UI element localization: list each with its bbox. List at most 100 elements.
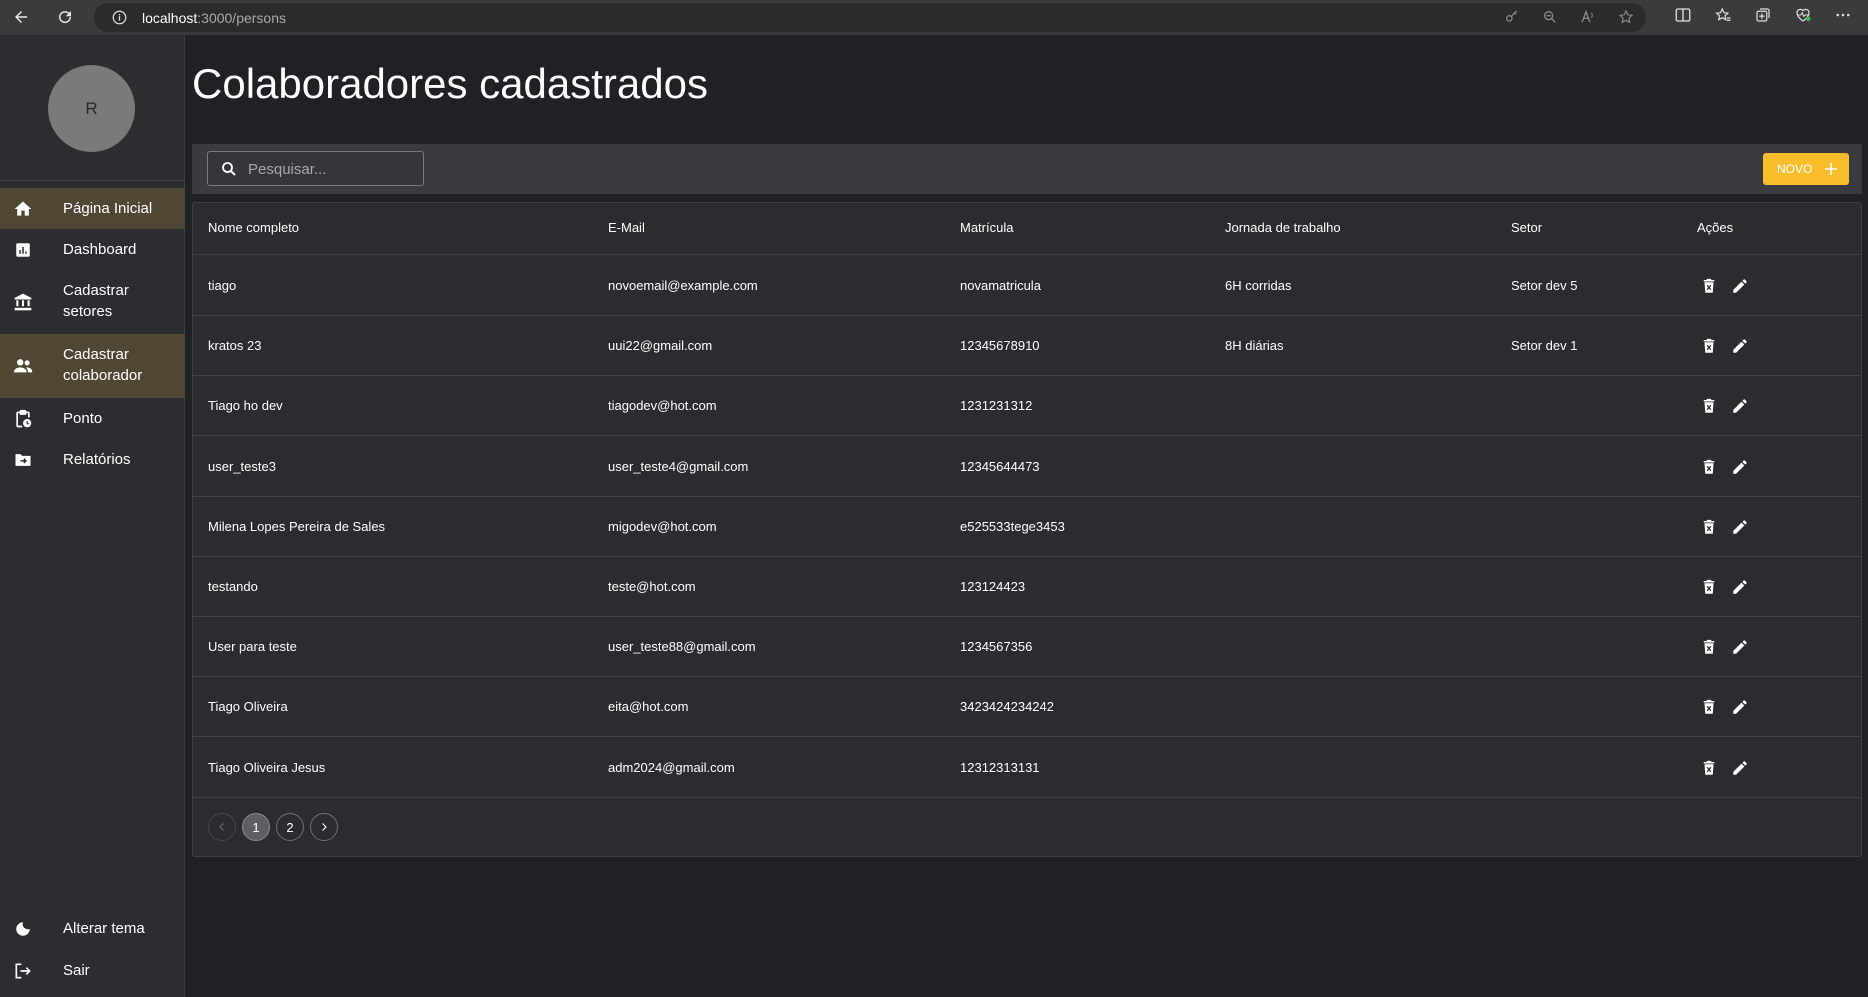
favorite-star-icon[interactable] (1618, 9, 1634, 25)
cell-email: adm2024@gmail.com (608, 759, 735, 775)
cell-email: migodev@hot.com (608, 518, 717, 534)
next-page-button[interactable] (310, 813, 338, 841)
cell-sector: Setor dev 5 (1511, 278, 1578, 293)
delete-icon[interactable] (1697, 334, 1721, 358)
sidebar-item-relatorios[interactable]: Relatórios (0, 439, 185, 480)
cell-name: Tiago ho dev (208, 398, 283, 414)
sidebar-item-label: Página Inicial (63, 200, 153, 217)
table-row: testando teste@hot.com 123124423 (193, 557, 1861, 617)
zoom-out-icon[interactable] (1542, 9, 1558, 25)
search-icon (220, 160, 238, 178)
table-row: tiago novoemail@example.com novamatricula 6… (193, 256, 1861, 316)
cell-email: teste@hot.com (608, 579, 696, 594)
sidebar-item-dashboard[interactable]: Dashboard (0, 229, 185, 270)
sidebar-item-ponto[interactable]: Ponto (0, 398, 185, 439)
info-icon[interactable] (112, 10, 127, 25)
cell-registration: 3423424234242 (960, 699, 1054, 715)
back-arrow-icon[interactable] (10, 6, 32, 28)
page-title: Colaboradores cadastrados (192, 60, 708, 107)
sidebar-item-label: Sair (63, 962, 90, 979)
search-field[interactable] (207, 151, 424, 186)
edit-pencil-icon[interactable] (1728, 756, 1752, 780)
cell-email: user_teste4@gmail.com (608, 458, 749, 474)
address-bar[interactable]: localhost:3000/persons (94, 3, 1646, 32)
sidebar-item-label: Cadastrar colaborador (63, 346, 143, 384)
cell-registration: 12312313131 (960, 759, 1040, 775)
delete-icon[interactable] (1697, 515, 1721, 539)
delete-icon[interactable] (1697, 455, 1721, 479)
edit-pencil-icon[interactable] (1728, 334, 1752, 358)
edit-pencil-icon[interactable] (1728, 695, 1752, 719)
delete-icon[interactable] (1697, 575, 1721, 599)
new-collaborator-button[interactable]: NOVO (1763, 153, 1849, 185)
sidebar-item-sair[interactable]: Sair (0, 950, 185, 991)
favorites-icon[interactable] (1714, 6, 1732, 24)
page-button-1[interactable]: 1 (242, 813, 270, 841)
table-toolbar: NOVO (192, 144, 1862, 194)
column-header-workday[interactable]: Jornada de trabalho (1225, 220, 1341, 235)
column-header-actions: Ações (1697, 220, 1734, 235)
moon-icon (12, 918, 34, 940)
logout-icon (12, 960, 34, 982)
bank-icon (12, 291, 34, 313)
delete-icon[interactable] (1697, 635, 1721, 659)
plus-icon (1823, 161, 1839, 177)
search-input[interactable] (248, 159, 418, 179)
page-button-2[interactable]: 2 (276, 813, 304, 841)
delete-icon[interactable] (1697, 394, 1721, 418)
sidebar-item-pagina-inicial[interactable]: Página Inicial (0, 188, 185, 229)
edit-pencil-icon[interactable] (1728, 575, 1752, 599)
column-header-email[interactable]: E-Mail (608, 220, 645, 235)
cell-registration: 1234567356 (960, 639, 1033, 655)
prev-page-button[interactable] (208, 813, 236, 841)
table-row: kratos 23 uui22@gmail.com 12345678910 8H di… (193, 316, 1861, 377)
edit-pencil-icon[interactable] (1728, 635, 1752, 659)
sidebar-item-label: Ponto (63, 410, 103, 427)
collections-icon[interactable] (1754, 6, 1772, 24)
delete-icon[interactable] (1697, 756, 1721, 780)
cell-registration: 12345678910 (960, 338, 1040, 354)
browser-toolbar: localhost:3000/persons (0, 0, 1868, 35)
avatar[interactable]: R (48, 65, 135, 152)
key-icon[interactable] (1504, 9, 1520, 25)
cell-name: testando (208, 579, 258, 594)
pagination: 1 2 (208, 813, 338, 841)
column-header-registration[interactable]: Matrícula (960, 220, 1013, 235)
cell-workday: 6H corridas (1225, 278, 1292, 293)
delete-icon[interactable] (1697, 695, 1721, 719)
folder-arrow-icon (12, 449, 34, 471)
column-header-name[interactable]: Nome completo (208, 220, 299, 235)
sidebar-divider (0, 180, 185, 181)
edit-pencil-icon[interactable] (1728, 515, 1752, 539)
health-heart-icon[interactable] (1794, 6, 1812, 24)
edit-pencil-icon[interactable] (1728, 394, 1752, 418)
cell-registration: 1231231312 (960, 398, 1033, 414)
chart-icon (12, 239, 34, 261)
cell-name: kratos 23 (208, 338, 262, 354)
clipboard-clock-icon (12, 408, 34, 430)
table-row: User para teste user_teste88@gmail.com 123… (193, 617, 1861, 678)
cell-email: eita@hot.com (608, 699, 689, 715)
cell-registration: e525533tege3453 (960, 518, 1065, 534)
read-aloud-icon[interactable] (1580, 9, 1596, 25)
more-options-icon[interactable] (1834, 6, 1852, 24)
sidebar-item-alterar-tema[interactable]: Alterar tema (0, 908, 185, 949)
sidebar-item-cadastrar-colaborador[interactable]: Cadastrar colaborador (0, 334, 185, 398)
table-row: Milena Lopes Pereira de Sales migodev@hot… (193, 497, 1861, 557)
table-header: Nome completo E-Mail Matrícula Jornada d… (193, 203, 1861, 255)
edit-pencil-icon[interactable] (1728, 274, 1752, 298)
sidebar: R Página Inicial Dashboard Cadastrar set… (0, 35, 185, 997)
cell-email: uui22@gmail.com (608, 338, 713, 354)
column-header-sector[interactable]: Setor (1511, 220, 1542, 235)
edit-pencil-icon[interactable] (1728, 455, 1752, 479)
people-icon (12, 355, 34, 377)
sidebar-item-cadastrar-setores[interactable]: Cadastrar setores (0, 270, 185, 334)
delete-icon[interactable] (1697, 274, 1721, 298)
cell-name: Tiago Oliveira (208, 699, 288, 715)
sidebar-item-label: Alterar tema (63, 920, 145, 937)
table-row: user_teste3 user_teste4@gmail.com 12345644… (193, 437, 1861, 497)
cell-email: tiagodev@hot.com (608, 398, 717, 414)
reload-icon[interactable] (54, 6, 76, 28)
split-screen-icon[interactable] (1674, 6, 1692, 24)
cell-registration: novamatricula (960, 278, 1041, 293)
